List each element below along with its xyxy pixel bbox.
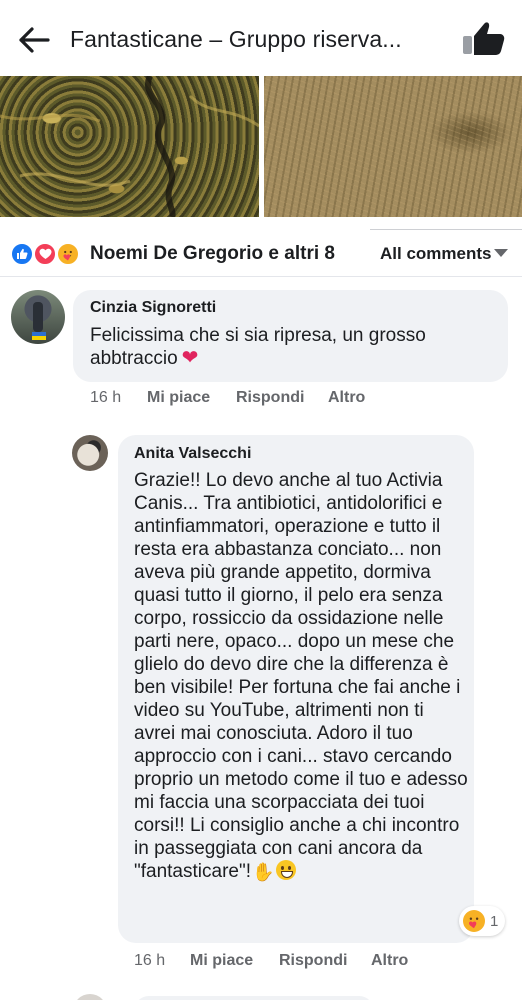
comment-author[interactable]: Anita Valsecchi — [134, 445, 251, 463]
post-photo[interactable] — [0, 76, 259, 217]
reply-button[interactable]: Rispondi — [236, 389, 304, 407]
like-comment-button[interactable]: Mi piace — [190, 952, 253, 970]
waving-hand-icon: ✋ — [252, 862, 275, 882]
comment-bubble[interactable]: Cinzia Signoretti Felicissima che si sia… — [73, 290, 508, 382]
reaction-icons[interactable] — [10, 242, 86, 266]
care-reaction-icon — [463, 910, 485, 932]
comment-body: Felicissima che si sia ripresa, un gross… — [90, 325, 426, 369]
reaction-count: 1 — [490, 912, 499, 930]
comment-bubble[interactable] — [134, 996, 374, 1000]
post-photos — [0, 76, 522, 217]
comments-filter-dropdown[interactable]: All comments — [380, 244, 491, 264]
comment-timestamp[interactable]: 16 h — [90, 389, 121, 407]
like-page-button[interactable] — [460, 18, 508, 58]
thumbs-up-icon — [463, 22, 505, 55]
avatar[interactable] — [72, 435, 108, 471]
love-reaction-icon — [33, 242, 57, 266]
arrow-left-icon — [19, 27, 50, 53]
reactors-summary[interactable]: Noemi De Gregorio e altri 8 — [90, 243, 335, 265]
divider — [370, 229, 522, 230]
photo-texture — [0, 76, 259, 217]
comment-body: Grazie!! Lo devo anche al tuo Activia Ca… — [134, 470, 468, 882]
caret-down-icon[interactable] — [494, 249, 508, 257]
like-reaction-icon — [10, 242, 34, 266]
post-photo[interactable] — [264, 76, 522, 217]
reply-button[interactable]: Rispondi — [279, 952, 347, 970]
like-comment-button[interactable]: Mi piace — [147, 389, 210, 407]
more-button[interactable]: Altro — [328, 389, 365, 407]
avatar[interactable] — [73, 994, 107, 1000]
care-reaction-icon — [56, 242, 80, 266]
comment-author[interactable]: Cinzia Signoretti — [90, 299, 216, 317]
grinning-face-icon — [276, 860, 297, 880]
comment-reaction-count[interactable]: 1 — [459, 906, 505, 936]
more-button[interactable]: Altro — [371, 952, 408, 970]
flag-icon — [32, 332, 46, 340]
comment-timestamp[interactable]: 16 h — [134, 952, 165, 970]
back-button[interactable] — [14, 20, 54, 60]
page-title: Fantasticane – Gruppo riserva... — [70, 26, 402, 52]
app-header: Fantasticane – Gruppo riserva... — [0, 0, 522, 76]
avatar-figure — [33, 302, 43, 332]
comment-bubble[interactable]: Anita Valsecchi Grazie!! Lo devo anche a… — [118, 435, 474, 943]
comment-text: Grazie!! Lo devo anche al tuo Activia Ca… — [134, 469, 470, 884]
avatar[interactable] — [11, 290, 65, 344]
comment-text: Felicissima che si sia ripresa, un gross… — [90, 324, 500, 370]
red-heart-icon: ❤ — [181, 347, 199, 369]
